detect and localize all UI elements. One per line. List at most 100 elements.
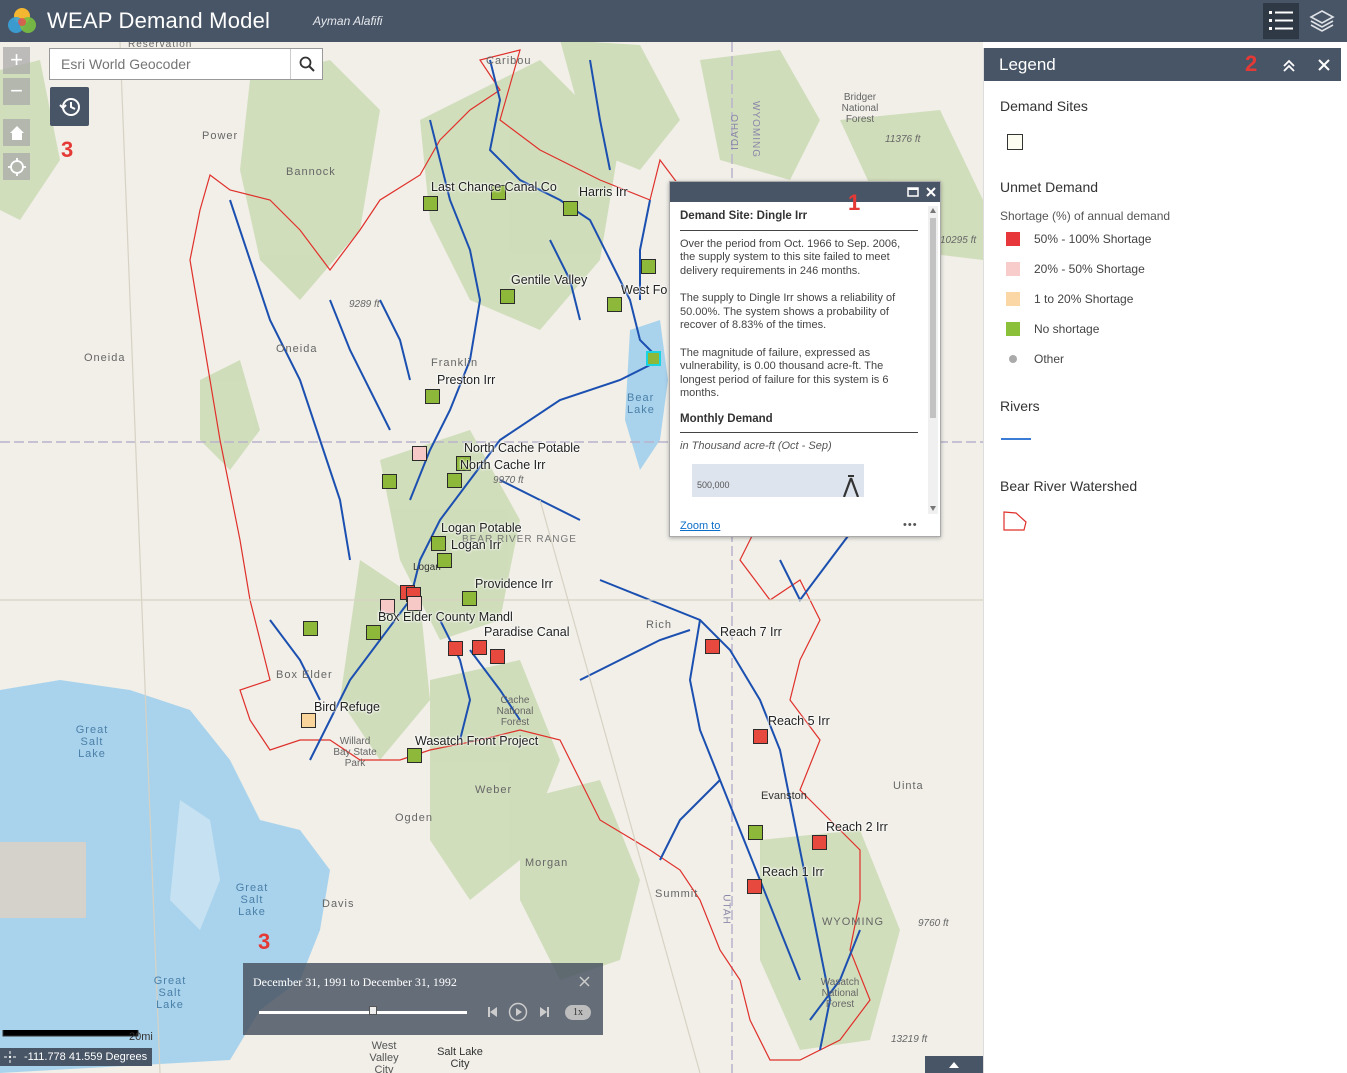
- legend-section-watershed: Bear River Watershed: [1000, 478, 1138, 494]
- crosshair-icon[interactable]: [4, 1051, 16, 1063]
- site-marker-preston[interactable]: [425, 389, 440, 404]
- site-marker-gentile-valley[interactable]: [500, 289, 515, 304]
- site-popup: 1 Demand Site: Dingle Irr Over the perio…: [669, 181, 941, 537]
- maximize-icon[interactable]: [907, 186, 919, 198]
- legend-swatch-watershed: [1003, 511, 1027, 531]
- home-button[interactable]: [3, 119, 30, 146]
- site-marker-reach-5[interactable]: [753, 729, 768, 744]
- site-marker-north-cache-a[interactable]: [412, 446, 427, 461]
- site-marker-paradise-a[interactable]: [448, 641, 463, 656]
- legend-item: Other: [1006, 352, 1064, 366]
- site-label: Box Elder County Mandl: [378, 610, 513, 624]
- playback-speed-button[interactable]: 1x: [565, 1005, 591, 1020]
- map-label-salt-lake-city: Salt Lake City: [437, 1046, 483, 1070]
- site-marker-west-fo[interactable]: [607, 297, 622, 312]
- site-marker-logan-irr[interactable]: [437, 553, 452, 568]
- site-marker-mo[interactable]: [641, 259, 656, 274]
- map-label-franklin: Franklin: [431, 357, 479, 369]
- legend-item-label: 1 to 20% Shortage: [1034, 292, 1134, 306]
- next-icon[interactable]: [537, 1005, 551, 1019]
- legend-item-label: 20% - 50% Shortage: [1034, 262, 1145, 276]
- locate-button[interactable]: [3, 153, 30, 180]
- app-title: WEAP Demand Model: [47, 8, 271, 33]
- map-label-wyoming-vertical: WYOMING: [750, 101, 761, 158]
- zoom-in-button[interactable]: +: [3, 47, 30, 74]
- popup-chart: 500,000: [692, 463, 864, 497]
- map-view[interactable]: Power Bannock Oneida Oneida Franklin Bea…: [0, 42, 983, 1073]
- map-label-box-elder: Box Elder: [276, 669, 333, 681]
- scroll-down-icon[interactable]: [930, 506, 936, 511]
- locate-icon: [7, 157, 26, 176]
- site-marker-reach-1[interactable]: [747, 879, 762, 894]
- site-marker-providence[interactable]: [462, 591, 477, 606]
- map-label-west-valley: West Valley City: [369, 1040, 399, 1073]
- site-marker-north-cache-b[interactable]: [382, 474, 397, 489]
- site-label: Logan Irr: [451, 538, 502, 552]
- site-marker-paradise-c[interactable]: [490, 649, 505, 664]
- site-marker-reach-3[interactable]: [748, 825, 763, 840]
- site-marker-north-cache-irr[interactable]: [447, 473, 462, 488]
- layers-toggle-button[interactable]: [1304, 3, 1340, 39]
- site-label: Gentile Valley: [511, 273, 588, 287]
- site-marker-logan-potable[interactable]: [431, 536, 446, 551]
- close-icon[interactable]: [1318, 59, 1330, 71]
- map-label-elev-13219: 13219 ft: [891, 1034, 928, 1045]
- site-marker-reach-2[interactable]: [812, 835, 827, 850]
- time-slider-track[interactable]: [259, 1011, 467, 1014]
- close-icon[interactable]: [579, 976, 590, 987]
- app-author: Ayman Alafifi: [313, 14, 383, 28]
- popup-more-button[interactable]: •••: [903, 519, 918, 531]
- annotation-number-3-bottom: 3: [258, 929, 271, 954]
- app-root: WEAP Demand Model Ayman Alafifi Power Ba…: [0, 0, 1347, 1073]
- collapse-icon[interactable]: [1282, 58, 1296, 72]
- site-label: Logan Potable: [441, 521, 522, 535]
- popup-section-title: Monthly Demand: [680, 413, 918, 433]
- site-marker-wasatch-front[interactable]: [407, 748, 422, 763]
- site-marker-dingle-selected[interactable]: [646, 351, 661, 366]
- previous-icon[interactable]: [486, 1005, 500, 1019]
- map-label-wasatch-forest: Wasatch National Forest: [820, 977, 860, 1010]
- site-marker-paradise-b[interactable]: [472, 640, 487, 655]
- legend-item-label: Other: [1034, 352, 1065, 366]
- map-label-oneida-town: Oneida: [276, 343, 318, 355]
- popup-text-failure: Over the period from Oct. 1966 to Sep. 2…: [680, 237, 901, 277]
- popup-zoom-to-link[interactable]: Zoom to: [680, 520, 720, 532]
- map-label-elev-10295: 10295 ft: [940, 235, 977, 246]
- popup-scroll-thumb[interactable]: [930, 218, 936, 418]
- attribution-expand-button[interactable]: [925, 1056, 983, 1073]
- site-marker-reach-7[interactable]: [705, 639, 720, 654]
- zoom-out-button[interactable]: −: [3, 78, 30, 105]
- map-label-great-salt-lake: Great Salt Lake: [75, 724, 109, 760]
- search-input[interactable]: [50, 49, 292, 79]
- popup-header: [670, 182, 940, 202]
- site-label: Reach 7 Irr: [720, 625, 782, 639]
- search-button[interactable]: [290, 49, 322, 79]
- map-label-elev-9760: 9760 ft: [918, 918, 949, 929]
- popup-text-reliability: The supply to Dingle Irr shows a reliabi…: [680, 292, 896, 331]
- popup-scrollbar[interactable]: [928, 206, 938, 514]
- scale-bar-line: [2, 1030, 139, 1037]
- map-label-wyoming: WYOMING: [822, 916, 884, 928]
- legend-swatch: [1006, 352, 1020, 366]
- site-marker-box-elder-c[interactable]: [303, 621, 318, 636]
- legend-swatch: [1006, 232, 1020, 246]
- site-marker-last-chance[interactable]: [423, 196, 438, 211]
- play-icon[interactable]: [508, 1002, 528, 1022]
- site-label: Paradise Canal: [484, 625, 570, 639]
- scale-bar-label: 20mi: [129, 1031, 153, 1043]
- time-slider-thumb[interactable]: [369, 1006, 378, 1015]
- site-label: Reach 1 Irr: [762, 865, 824, 879]
- scroll-up-icon[interactable]: [930, 208, 936, 213]
- site-marker-harris[interactable]: [563, 201, 578, 216]
- site-marker-box-elder-b[interactable]: [407, 596, 422, 611]
- site-label: Reach 2 Irr: [826, 820, 888, 834]
- close-icon[interactable]: [925, 186, 937, 198]
- legend-toggle-button[interactable]: [1263, 3, 1299, 39]
- site-label: Last Chance Canal Co: [431, 180, 557, 194]
- legend-item-label: No shortage: [1034, 322, 1100, 336]
- time-slider-toggle-button[interactable]: [50, 87, 89, 126]
- coordinate-readout: -111.778 41.559 Degrees: [0, 1048, 153, 1066]
- map-label-elev-9970: 9970 ft: [493, 475, 524, 486]
- site-marker-bird-refuge[interactable]: [301, 713, 316, 728]
- site-marker-box-elder-county[interactable]: [366, 625, 381, 640]
